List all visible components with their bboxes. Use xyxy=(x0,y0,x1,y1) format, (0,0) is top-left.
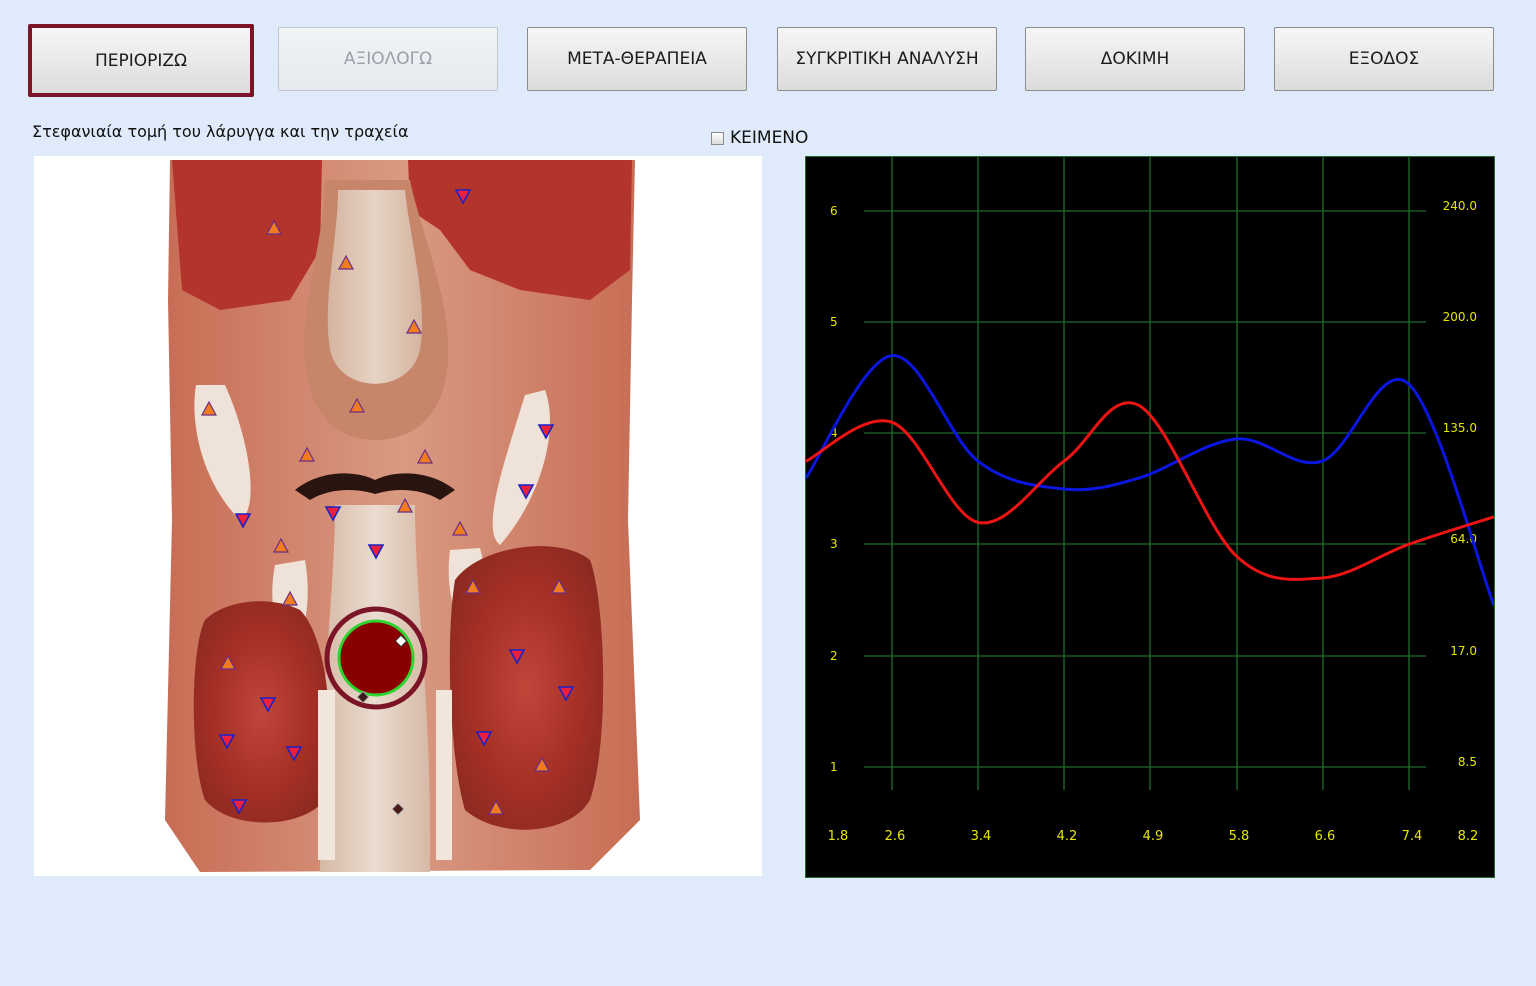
y-left-tick-label: 6 xyxy=(830,204,838,218)
restrict-button[interactable]: ΠΕΡΙΟΡΙΖΩ xyxy=(28,24,254,97)
y-left-tick-label: 2 xyxy=(830,649,838,663)
image-caption: Στεφανιαία τομή του λάρυγγα και την τραχ… xyxy=(32,122,409,141)
x-tick-label: 3.4 xyxy=(971,829,992,844)
x-tick-label: 7.4 xyxy=(1402,829,1423,844)
y-right-tick-label: 200.0 xyxy=(1443,310,1477,324)
x-tick-label: 1.8 xyxy=(828,829,849,844)
text-checkbox-row[interactable]: ΚΕΙΜΕΝΟ xyxy=(711,128,808,148)
y-right-tick-label: 8.5 xyxy=(1458,755,1477,769)
y-right-tick-label: 135.0 xyxy=(1443,421,1477,435)
exit-button[interactable]: ΕΞΟΔΟΣ xyxy=(1274,27,1494,91)
y-left-tick-label: 3 xyxy=(830,537,838,551)
x-tick-label: 6.6 xyxy=(1315,829,1336,844)
test-button[interactable]: ΔΟΚΙΜΗ xyxy=(1025,27,1245,91)
app-window: ΠΕΡΙΟΡΙΖΩ ΑΞΙΟΛΟΓΩ ΜΕΤΑ-ΘΕΡΑΠΕΙΑ ΣΥΓΚΡΙΤ… xyxy=(0,0,1536,986)
y-left-tick-label: 5 xyxy=(830,315,838,329)
anatomy-image-panel[interactable] xyxy=(34,156,762,876)
x-tick-label: 2.6 xyxy=(885,829,906,844)
x-tick-label: 5.8 xyxy=(1229,829,1250,844)
x-tick-label: 8.2 xyxy=(1458,829,1479,844)
y-left-tick-label: 1 xyxy=(830,760,838,774)
measurement-chart-panel[interactable]: 6 5 4 3 2 1 240.0 200.0 135.0 64.0 17.0 8.5 1.8 2.6 3.… xyxy=(804,156,1496,878)
text-checkbox[interactable] xyxy=(711,131,724,145)
comparative-analysis-button[interactable]: ΣΥΓΚΡΙΤΙΚΗ ΑΝΑΛΥΣΗ xyxy=(777,27,997,91)
x-tick-label: 4.9 xyxy=(1143,829,1164,844)
evaluate-button[interactable]: ΑΞΙΟΛΟΓΩ xyxy=(278,27,498,91)
larynx-coronal-section-image xyxy=(165,160,640,872)
post-therapy-button[interactable]: ΜΕΤΑ-ΘΕΡΑΠΕΙΑ xyxy=(527,27,747,91)
selected-region[interactable] xyxy=(337,619,415,697)
text-checkbox-label: ΚΕΙΜΕΝΟ xyxy=(730,128,809,148)
y-right-tick-label: 240.0 xyxy=(1443,199,1477,213)
x-tick-label: 4.2 xyxy=(1057,829,1078,844)
y-right-tick-label: 17.0 xyxy=(1450,644,1477,658)
measurement-chart: 654321240.0200.0135.064.017.08.51.8 2.6 3.… xyxy=(804,157,1496,844)
